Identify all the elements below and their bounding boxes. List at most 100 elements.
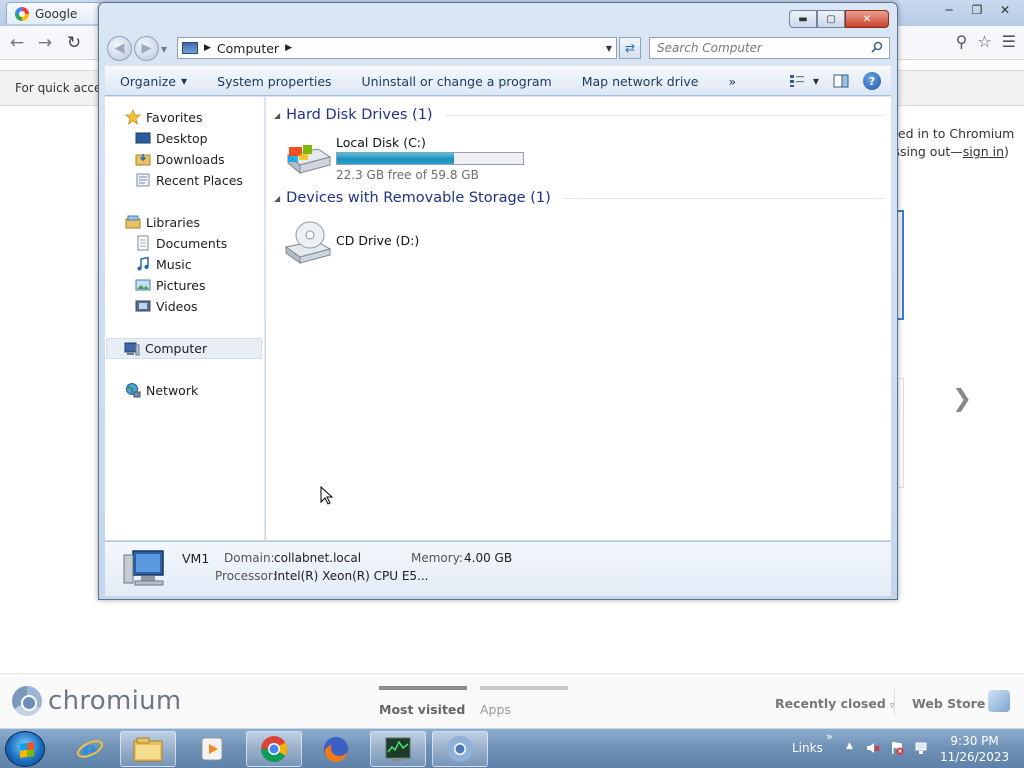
action-center-flag-icon[interactable] — [890, 741, 904, 755]
clock-time: 9:30 PM — [950, 734, 999, 748]
sidebar-item-libraries[interactable]: Libraries — [125, 214, 200, 230]
help-icon[interactable]: ? — [863, 72, 881, 90]
sidebar-item-label: Favorites — [146, 109, 203, 125]
chromium-tab[interactable]: Google — [6, 2, 102, 24]
sidebar-item-favorites[interactable]: Favorites — [125, 109, 202, 125]
chromium-restore-button[interactable]: ❐ — [964, 1, 990, 19]
breadcrumb-arrow-icon[interactable]: ▶ — [204, 43, 211, 53]
taskbar-chromium[interactable] — [432, 731, 488, 767]
next-page-arrow[interactable]: ❯ — [952, 384, 972, 412]
command-bar: Organize ▼ System properties Uninstall or… — [105, 66, 891, 96]
tab-most-visited[interactable]: Most visited — [379, 686, 467, 717]
sidebar-item-recent-places[interactable]: Recent Places — [135, 172, 243, 188]
chromium-window-controls: ─ ❐ ✕ — [936, 1, 1018, 19]
group-title: Hard Disk Drives (1) — [286, 107, 433, 123]
sidebar-item-downloads[interactable]: Downloads — [135, 151, 225, 167]
sidebar-item-videos[interactable]: Videos — [135, 298, 198, 314]
back-arrow-icon[interactable]: ← — [6, 32, 28, 54]
forward-button[interactable]: ▶ — [134, 36, 159, 61]
search-icon[interactable] — [871, 41, 883, 53]
close-button[interactable]: ✕ — [845, 10, 889, 28]
cd-drive-d[interactable]: CD Drive (D:) — [278, 215, 478, 267]
organize-button[interactable]: Organize ▼ — [105, 74, 202, 89]
drive-name: CD Drive (D:) — [336, 233, 420, 248]
taskbar-firefox[interactable] — [308, 731, 364, 767]
sidebar-item-documents[interactable]: Documents — [135, 235, 227, 251]
address-dropdown-icon[interactable]: ▼ — [606, 44, 612, 53]
search-placeholder: Search Computer — [657, 41, 762, 55]
navigation-buttons: ◀ ▶ ▼ — [107, 36, 167, 61]
network-globe-icon — [126, 383, 141, 398]
taskbar-task-manager[interactable] — [370, 731, 426, 767]
preview-pane-icon[interactable] — [833, 74, 849, 88]
recent-pages-chevron-icon[interactable]: ▼ — [161, 45, 167, 61]
chromium-logo-icon — [12, 686, 42, 716]
organize-label: Organize — [120, 73, 176, 89]
drive-name: Local Disk (C:) — [336, 135, 426, 150]
web-store-link[interactable]: Web Store — [912, 696, 985, 711]
task-manager-icon — [385, 737, 411, 761]
forward-arrow-icon[interactable]: → — [34, 32, 56, 54]
more-commands-button[interactable]: » — [713, 74, 751, 89]
computer-icon — [124, 342, 140, 355]
signin-promo: ned in to Chromium issing out—sign in) — [890, 125, 1014, 161]
local-disk-c[interactable]: Local Disk (C:) 22.3 GB free of 59.8 GB — [278, 135, 538, 185]
taskbar-chrome[interactable] — [246, 731, 302, 767]
chevron-down-icon: ▼ — [812, 76, 819, 86]
taskbar-internet-explorer[interactable]: e — [62, 731, 118, 767]
taskbar: e Links » ▲ 9:30 PM 11/26/2023 — [0, 728, 1024, 768]
breadcrumb-computer[interactable]: Computer — [217, 41, 279, 56]
maximize-button[interactable]: ▢ — [817, 10, 845, 28]
refresh-button[interactable]: ⇄ — [619, 37, 641, 59]
reload-icon[interactable]: ↻ — [63, 32, 85, 54]
sidebar-item-label: Pictures — [156, 277, 206, 293]
back-button[interactable]: ◀ — [107, 36, 132, 61]
zoom-icon[interactable]: ⚲ — [956, 32, 968, 51]
recent-places-icon — [136, 173, 150, 187]
address-row: ◀ ▶ ▼ ▶ Computer ▶ ▼ ⇄ Search Computer — [107, 36, 891, 62]
clock[interactable]: 9:30 PM 11/26/2023 — [940, 733, 1009, 765]
start-button[interactable] — [5, 731, 45, 767]
collapse-triangle-icon[interactable]: ◢ — [274, 194, 280, 203]
view-options-icon — [789, 75, 804, 87]
tab-apps[interactable]: Apps — [480, 686, 568, 717]
collapse-triangle-icon[interactable]: ◢ — [274, 111, 280, 120]
network-status-icon[interactable] — [914, 741, 928, 755]
recently-closed-label: Recently closed — [775, 696, 886, 711]
chromium-logo: chromium — [12, 686, 182, 716]
group-title: Devices with Removable Storage (1) — [286, 190, 551, 206]
uninstall-program-button[interactable]: Uninstall or change a program — [347, 74, 567, 89]
domain-value: collabnet.local — [274, 551, 362, 565]
sidebar-item-network[interactable]: Network — [125, 382, 198, 398]
sidebar-item-music[interactable]: Music — [135, 256, 192, 272]
system-properties-button[interactable]: System properties — [202, 74, 346, 89]
minimize-button[interactable]: ▬ — [789, 10, 817, 28]
signin-link[interactable]: sign in — [963, 144, 1004, 159]
bookmark-star-icon[interactable]: ☆ — [977, 32, 991, 51]
group-removable-storage[interactable]: ◢ Devices with Removable Storage (1) — [274, 190, 884, 206]
group-hard-disk-drives[interactable]: ◢ Hard Disk Drives (1) — [274, 107, 884, 123]
chromium-tab-title: Google — [35, 6, 78, 21]
command-bar-right: ▼ ? — [789, 72, 881, 90]
links-toolbar[interactable]: Links — [792, 741, 823, 755]
change-view-button[interactable]: ▼ — [789, 74, 819, 88]
links-chevron-icon[interactable]: » — [826, 730, 833, 743]
address-bar[interactable]: ▶ Computer ▶ ▼ — [177, 37, 617, 59]
computer-icon — [123, 550, 164, 586]
search-input[interactable]: Search Computer — [649, 37, 890, 59]
map-network-drive-button[interactable]: Map network drive — [567, 74, 714, 89]
recently-closed-menu[interactable]: Recently closed ▿ — [775, 696, 895, 711]
signin-promo-line2: issing out— — [890, 144, 963, 159]
sidebar-item-pictures[interactable]: Pictures — [135, 277, 206, 293]
menu-icon[interactable]: ☰ — [1002, 32, 1016, 51]
chromium-minimize-button[interactable]: ─ — [936, 1, 962, 19]
volume-muted-icon[interactable] — [866, 741, 880, 755]
sidebar-item-desktop[interactable]: Desktop — [135, 130, 208, 146]
web-store-icon[interactable] — [988, 690, 1010, 712]
taskbar-windows-explorer[interactable] — [120, 731, 176, 767]
chromium-close-button[interactable]: ✕ — [992, 1, 1018, 19]
breadcrumb-arrow-icon[interactable]: ▶ — [285, 43, 292, 53]
taskbar-media-player[interactable] — [184, 731, 240, 767]
sidebar-item-computer[interactable]: Computer — [106, 338, 262, 359]
show-hidden-icons[interactable]: ▲ — [846, 741, 853, 751]
